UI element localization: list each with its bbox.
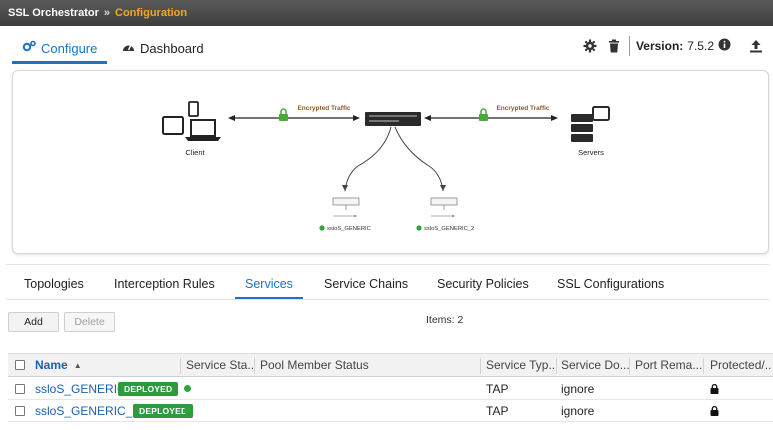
column-protected[interactable]: Protected/...: [710, 354, 772, 376]
gear-icon[interactable]: [581, 37, 599, 55]
column-separator[interactable]: [180, 358, 181, 374]
service-name-link[interactable]: ssloS_GENERIC: [35, 378, 126, 399]
table-row[interactable]: ssloS_GENERIC DEPLOYED TAP ignore: [8, 378, 773, 400]
tab-services[interactable]: Services: [235, 277, 303, 299]
trash-icon[interactable]: [605, 37, 623, 55]
items-count: Items: 2: [426, 314, 464, 326]
info-icon[interactable]: [718, 38, 731, 54]
tab-topologies[interactable]: Topologies: [24, 277, 84, 291]
tachometer-icon: [122, 41, 135, 55]
tab-dashboard[interactable]: Dashboard: [122, 34, 204, 62]
app-name: SSL Orchestrator: [8, 7, 99, 19]
client-devices-icon[interactable]: [162, 101, 221, 141]
row-checkbox[interactable]: [15, 378, 25, 399]
service-status-dot: [416, 225, 422, 231]
client-link-arrow: [228, 115, 360, 121]
version-value: 7.5.2: [687, 39, 714, 53]
select-all-checkbox[interactable]: [15, 354, 25, 376]
diagram-canvas: Client Servers Encrypted Traffic Encrypt…: [162, 101, 610, 232]
service-type-value: TAP: [486, 403, 509, 418]
upload-icon[interactable]: [747, 37, 765, 55]
version-label: Version:: [635, 39, 684, 53]
service-name[interactable]: ssloS_GENERIC: [35, 382, 126, 396]
service-down-value: ignore: [561, 403, 595, 418]
column-separator[interactable]: [254, 358, 255, 374]
column-service-down[interactable]: Service Do...: [561, 354, 629, 376]
right-encrypted-traffic-label: Encrypted Traffic: [496, 105, 549, 112]
column-pool-member-status[interactable]: Pool Member Status: [260, 354, 369, 376]
column-separator[interactable]: [480, 358, 481, 374]
service-status-dot: [184, 378, 191, 399]
column-service-type[interactable]: Service Typ...: [486, 354, 556, 376]
servers-icon[interactable]: [571, 106, 610, 142]
cogs-icon: [22, 40, 36, 56]
service-label[interactable]: ssloS_GENERIC: [327, 226, 371, 232]
title-bar: SSL Orchestrator » Configuration: [0, 0, 773, 26]
orchestrator-device-icon[interactable]: [365, 112, 421, 126]
service-links: [342, 126, 446, 192]
service-tap-icon[interactable]: [332, 197, 360, 218]
column-name-label: Name: [35, 358, 68, 372]
lock-icon: [710, 378, 719, 399]
configuration-tabs: Topologies Interception Rules Services S…: [6, 264, 769, 300]
tab-interception-rules[interactable]: Interception Rules: [114, 277, 215, 291]
service-tap-icon[interactable]: [430, 197, 458, 218]
services-table-header: Name ▲ Service Sta... Pool Member Status…: [8, 353, 773, 377]
service-type-value: TAP: [486, 381, 509, 396]
client-label: Client: [185, 148, 205, 157]
service-status-dot: [319, 225, 325, 231]
lock-icon: [479, 108, 488, 121]
tabs-divider: [6, 299, 769, 300]
column-separator[interactable]: [556, 358, 557, 374]
header-tools: Version: 7.5.2: [581, 36, 765, 56]
table-row[interactable]: ssloS_GENERIC_2 DEPLOYED TAP ignore: [8, 400, 773, 422]
lock-icon: [279, 108, 288, 121]
add-button[interactable]: Add: [8, 312, 59, 332]
deployed-badge: DEPLOYED: [118, 378, 179, 399]
tab-dashboard-label: Dashboard: [140, 40, 204, 56]
service-label[interactable]: ssloS_GENERIC_2: [424, 226, 474, 232]
column-port-remap[interactable]: Port Rema...: [635, 354, 703, 376]
version-display: Version: 7.5.2: [628, 36, 731, 56]
tab-ssl-configurations[interactable]: SSL Configurations: [557, 277, 664, 291]
service-down-value: ignore: [561, 381, 595, 396]
breadcrumb-current[interactable]: Configuration: [115, 7, 187, 19]
service-name[interactable]: ssloS_GENERIC_2: [35, 404, 139, 418]
topology-diagram: Client Servers Encrypted Traffic Encrypt…: [12, 70, 769, 254]
tab-configure[interactable]: Configure: [11, 34, 108, 64]
column-separator[interactable]: [629, 358, 630, 374]
top-navigation: Configure Dashboard Version: 7.5.2: [0, 26, 773, 64]
tab-service-chains[interactable]: Service Chains: [324, 277, 408, 291]
column-name[interactable]: Name ▲: [35, 354, 82, 376]
tab-configure-label: Configure: [41, 40, 98, 56]
tab-security-policies[interactable]: Security Policies: [437, 277, 529, 291]
row-checkbox[interactable]: [15, 400, 25, 421]
servers-label: Servers: [578, 148, 604, 157]
column-service-status[interactable]: Service Sta...: [186, 354, 254, 376]
left-encrypted-traffic-label: Encrypted Traffic: [297, 105, 350, 112]
breadcrumb-separator: »: [103, 7, 111, 19]
deployed-badge-label: DEPLOYED: [118, 381, 179, 396]
sort-ascending-icon: ▲: [73, 360, 82, 370]
server-link-arrow: [424, 115, 558, 121]
service-name-link[interactable]: ssloS_GENERIC_2: [35, 400, 139, 421]
column-separator[interactable]: [703, 358, 704, 374]
lock-icon: [710, 400, 719, 421]
delete-button[interactable]: Delete: [64, 312, 115, 332]
service-status-dot: [184, 400, 191, 421]
